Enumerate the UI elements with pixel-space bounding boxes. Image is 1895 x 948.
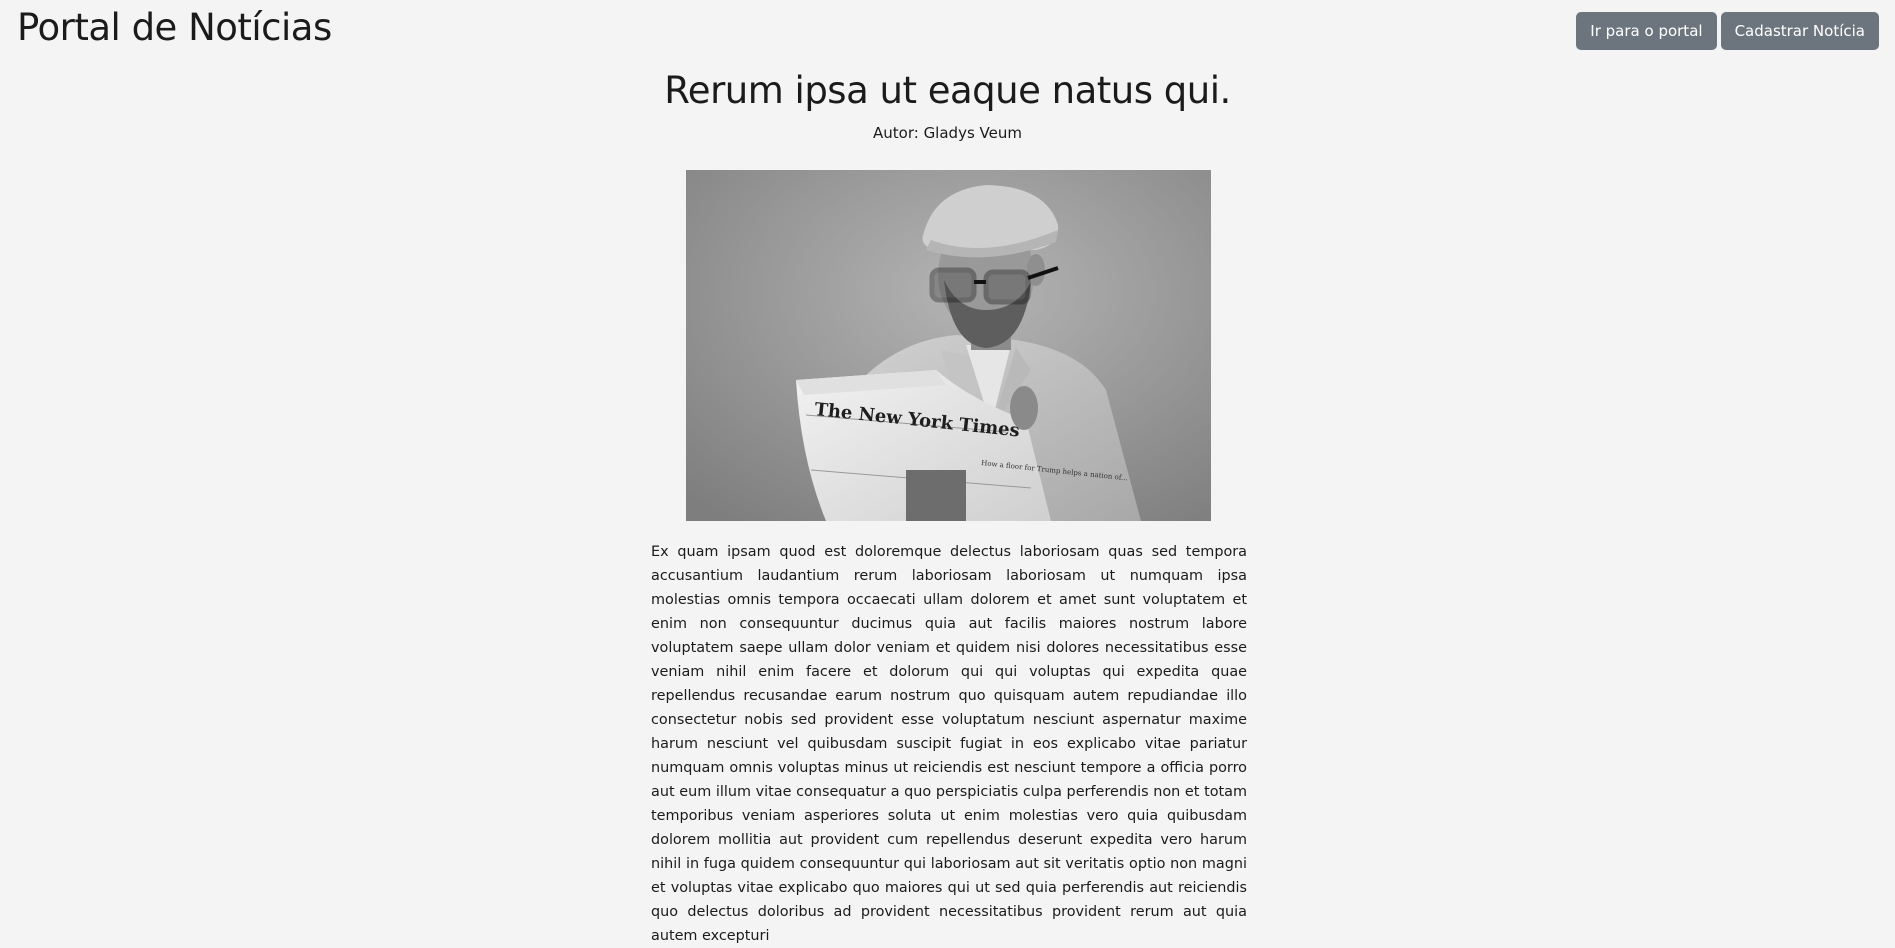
man-reading-newspaper-photo: The New York Times How a floor for Trump… [686,170,1211,521]
article-image: The New York Times How a floor for Trump… [686,170,1211,521]
site-title: Portal de Notícias [17,6,332,49]
article-body: Ex quam ipsam quod est doloremque delect… [651,544,1247,944]
register-news-button[interactable]: Cadastrar Notícia [1720,12,1879,50]
article-byline: Autor: Gladys Veum [0,123,1895,143]
article-title: Rerum ipsa ut eaque natus qui. [664,69,1231,112]
author-name: Gladys Veum [923,124,1022,142]
article: Rerum ipsa ut eaque natus qui. Autor: Gl… [0,60,1895,944]
go-to-portal-button[interactable]: Ir para o portal [1576,12,1717,50]
header-actions: Ir para o portal Cadastrar Notícia [1576,12,1879,50]
site-header: Portal de Notícias Ir para o portal Cada… [0,0,1895,60]
author-label: Autor: [873,124,924,142]
